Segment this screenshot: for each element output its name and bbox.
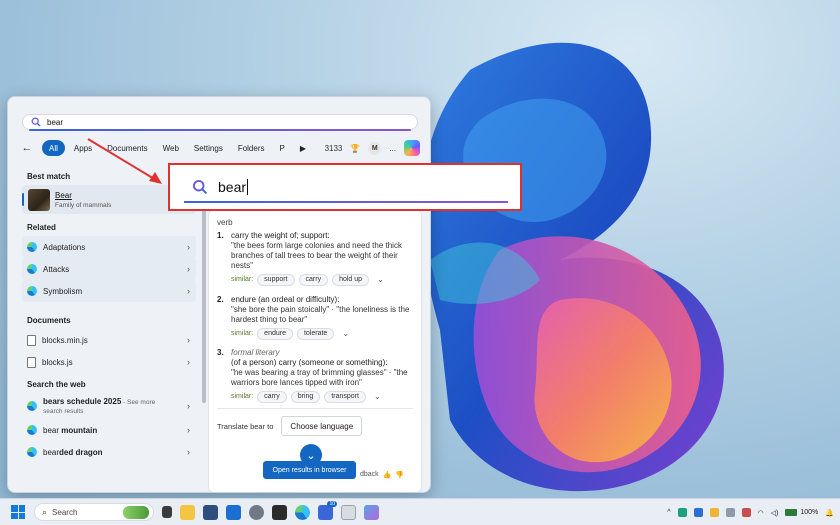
zoom-callout: bear (168, 163, 522, 211)
tray-app-icon[interactable] (725, 508, 735, 517)
zoomed-query: bear (218, 179, 247, 195)
wifi-icon[interactable]: ◠ (758, 509, 764, 517)
battery-icon (785, 509, 798, 516)
zoomed-search-box: bear (180, 171, 512, 203)
task-view-icon[interactable] (162, 506, 172, 518)
annotation-arrow (87, 138, 162, 184)
notification-badge: 10 (327, 500, 337, 507)
battery-indicator[interactable]: 100% (785, 509, 818, 516)
notification-bell-icon[interactable]: 🔔 (825, 509, 834, 517)
photos-icon[interactable] (364, 504, 379, 520)
tray-app-icon[interactable] (741, 508, 751, 517)
store-icon[interactable] (203, 504, 218, 520)
teams-icon[interactable]: 10 (318, 500, 337, 520)
taskbar-search[interactable]: ⌕ Search (34, 503, 154, 521)
terminal-icon[interactable] (272, 504, 287, 520)
windows-start-icon[interactable] (11, 505, 25, 519)
settings-gear-icon[interactable] (249, 504, 264, 520)
tray-app-icon[interactable] (709, 508, 719, 517)
outlook-icon[interactable] (226, 504, 241, 520)
text-caret (247, 179, 249, 195)
copilot-search-icon (192, 179, 208, 195)
onedrive-icon[interactable] (693, 508, 703, 517)
defender-icon[interactable] (677, 508, 687, 517)
edge-icon[interactable] (295, 504, 310, 520)
file-explorer-icon[interactable] (180, 504, 195, 520)
chevron-up-icon[interactable]: ^ (667, 509, 670, 516)
taskbar-apps: 10 (162, 500, 379, 520)
volume-icon[interactable]: ◁) (771, 509, 779, 517)
search-icon: ⌕ (42, 506, 48, 517)
snipping-tool-icon[interactable] (341, 504, 356, 520)
taskbar: ⌕ Search 10 ^ ◠ ◁) 100% 🔔 (0, 498, 840, 525)
system-tray: ^ ◠ ◁) 100% 🔔 (667, 499, 834, 525)
search-focus-underline (184, 201, 508, 203)
search-highlight-art (123, 506, 149, 519)
